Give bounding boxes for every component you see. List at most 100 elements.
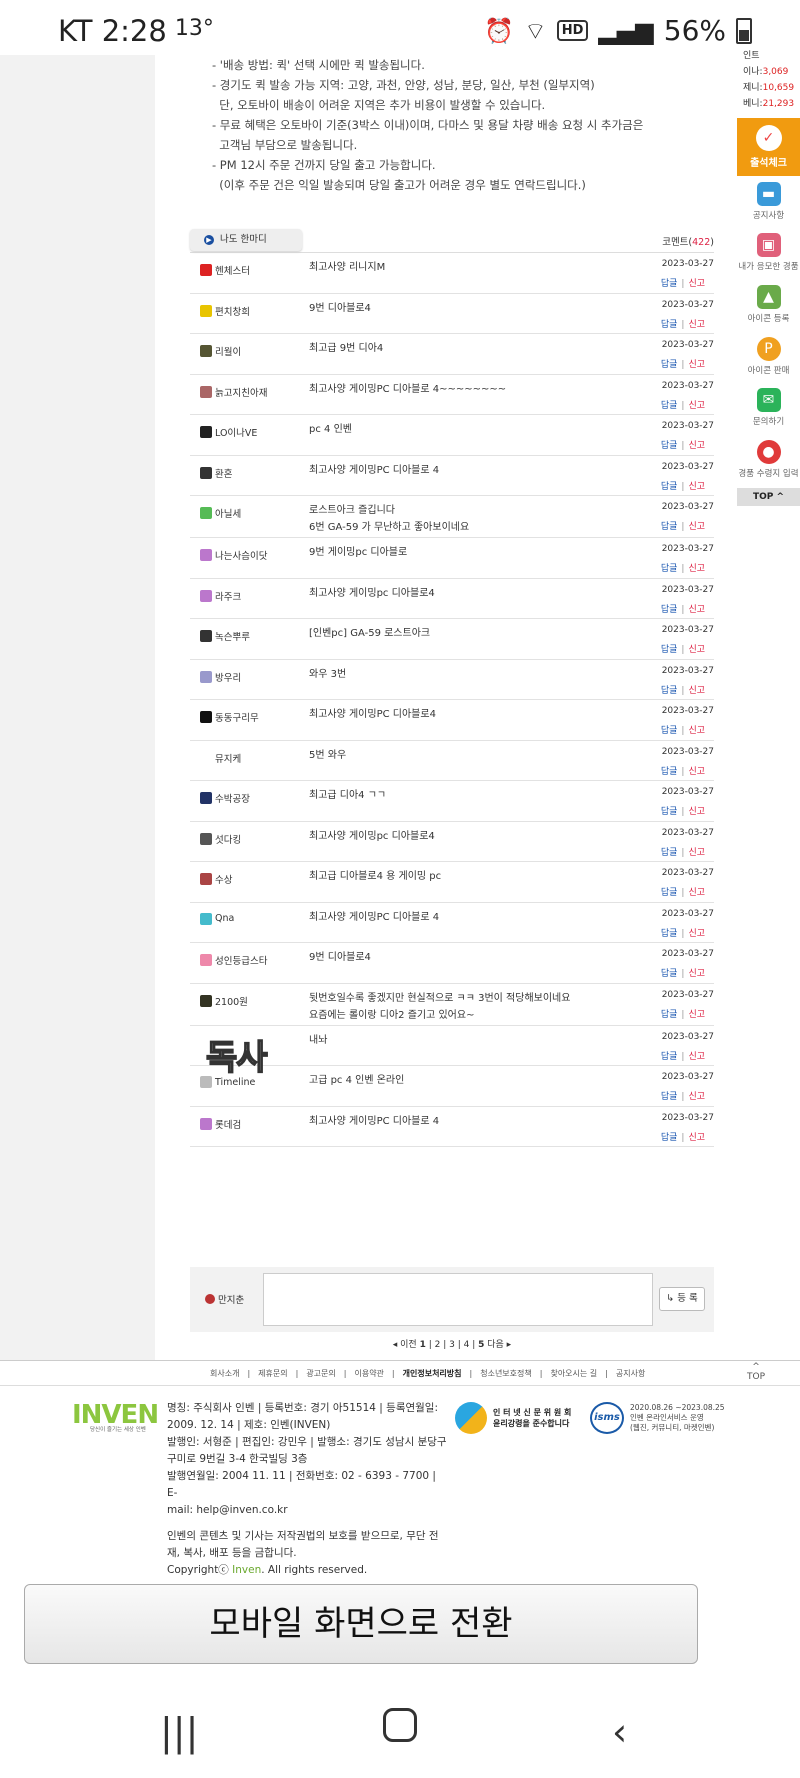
comment-author[interactable]: 섯다킹 <box>200 832 241 846</box>
report-link[interactable]: 신고 <box>688 888 705 898</box>
back-icon[interactable]: ‹ <box>612 1710 627 1754</box>
next-page[interactable]: 다음 ▸ <box>487 1340 511 1350</box>
comment-author[interactable]: 뮤지케 <box>200 751 241 765</box>
reply-link[interactable]: 답글 <box>661 1010 678 1020</box>
report-link[interactable]: 신고 <box>688 1133 705 1143</box>
tab-comment[interactable]: ▶ 나도 한마디 <box>190 229 302 251</box>
reply-link[interactable]: 답글 <box>661 767 678 777</box>
report-link[interactable]: 신고 <box>688 482 705 492</box>
report-link[interactable]: 신고 <box>688 767 705 777</box>
notice-link[interactable]: ▬ 공지사항 <box>737 182 800 221</box>
report-link[interactable]: 신고 <box>688 807 705 817</box>
submit-comment-button[interactable]: ↳ 등 록 <box>659 1287 705 1311</box>
press-ethics-badge[interactable]: 인 터 넷 신 문 위 원 회 윤리강령을 준수합니다 <box>455 1402 571 1434</box>
isms-badge[interactable]: isms 2020.08.26 ~2023.08.25 인벤 온라인서비스 운영(… <box>590 1402 725 1434</box>
comment-author[interactable]: 늙고지친아재 <box>200 385 267 399</box>
report-link[interactable]: 신고 <box>688 605 705 615</box>
page-link-2[interactable]: 2 <box>435 1340 441 1350</box>
comment-author[interactable]: 라주크 <box>200 589 241 603</box>
footer-link[interactable]: 이용약관 <box>354 1369 383 1378</box>
report-link[interactable]: 신고 <box>688 360 705 370</box>
recent-apps-icon[interactable]: ||| <box>160 1710 198 1754</box>
report-link[interactable]: 신고 <box>688 320 705 330</box>
report-link[interactable]: 신고 <box>688 441 705 451</box>
report-link[interactable]: 신고 <box>688 1092 705 1102</box>
reply-link[interactable]: 답글 <box>661 401 678 411</box>
report-link[interactable]: 신고 <box>688 279 705 289</box>
comment-author[interactable]: 수박공장 <box>200 791 250 805</box>
comment-author[interactable]: 동동구리무 <box>200 710 259 724</box>
reply-link[interactable]: 답글 <box>661 360 678 370</box>
report-link[interactable]: 신고 <box>688 401 705 411</box>
switch-to-mobile-button[interactable]: 모바일 화면으로 전환 <box>24 1584 698 1664</box>
reply-link[interactable]: 답글 <box>661 605 678 615</box>
comment-author[interactable]: 방우리 <box>200 670 241 684</box>
reply-link[interactable]: 답글 <box>661 686 678 696</box>
report-link[interactable]: 신고 <box>688 645 705 655</box>
comment-author[interactable]: 환혼 <box>200 466 232 480</box>
reply-link[interactable]: 답글 <box>661 1092 678 1102</box>
icon-register-link[interactable]: ▲ 아이콘 등록 <box>737 285 800 324</box>
comment-author[interactable]: 편치창희 <box>200 304 250 318</box>
footer-link[interactable]: 제휴문의 <box>258 1369 287 1378</box>
reply-link[interactable]: 답글 <box>661 969 678 979</box>
footer-link[interactable]: 공지사항 <box>616 1369 645 1378</box>
reply-link[interactable]: 답글 <box>661 1052 678 1062</box>
comment-author[interactable]: 롯데검 <box>200 1117 241 1131</box>
page-link-3[interactable]: 3 <box>449 1340 455 1350</box>
page-link-1[interactable]: 1 <box>420 1340 426 1350</box>
comment-author[interactable]: Qna <box>200 912 234 925</box>
prev-page[interactable]: ◂ 이전 <box>393 1340 417 1350</box>
attendance-check-button[interactable]: ✓ 출석체크 <box>737 118 800 176</box>
reply-link[interactable]: 답글 <box>661 522 678 532</box>
comment-author[interactable]: 수상 <box>200 872 232 886</box>
footer-link[interactable]: 광고문의 <box>306 1369 335 1378</box>
comment-author[interactable]: 리월이 <box>200 344 241 358</box>
footer-link[interactable]: 청소년보호정책 <box>480 1369 532 1378</box>
my-prize-link[interactable]: ▣ 내가 응모한 경품 <box>737 233 800 272</box>
comment-input[interactable] <box>263 1273 653 1326</box>
report-link[interactable]: 신고 <box>688 686 705 696</box>
comment-author[interactable]: 아닐세 <box>200 506 241 520</box>
comment-author[interactable]: 헨체스터 <box>200 263 250 277</box>
prize-address-link[interactable]: ● 경품 수령지 입력 <box>737 440 800 479</box>
inquiry-link[interactable]: ✉ 문의하기 <box>737 388 800 427</box>
page-link-5[interactable]: 5 <box>478 1340 484 1350</box>
reply-link[interactable]: 답글 <box>661 726 678 736</box>
comment-author[interactable]: Timeline <box>200 1076 255 1088</box>
report-link[interactable]: 신고 <box>688 726 705 736</box>
home-icon[interactable] <box>383 1708 417 1742</box>
comment-author[interactable]: 녹슨뿌루 <box>200 629 250 643</box>
page-link-4[interactable]: 4 <box>464 1340 470 1350</box>
reply-link[interactable]: 답글 <box>661 320 678 330</box>
report-link[interactable]: 신고 <box>688 1010 705 1020</box>
reply-link[interactable]: 답글 <box>661 279 678 289</box>
comment-author[interactable]: 성인등급스타 <box>200 953 267 967</box>
reply-link[interactable]: 답글 <box>661 441 678 451</box>
report-link[interactable]: 신고 <box>688 564 705 574</box>
footer-link[interactable]: 찾아오시는 길 <box>550 1369 597 1378</box>
reply-link[interactable]: 답글 <box>661 564 678 574</box>
reply-link[interactable]: 답글 <box>661 888 678 898</box>
reply-link[interactable]: 답글 <box>661 929 678 939</box>
note-line: - 경기도 퀵 발송 가능 지역: 고양, 과천, 안양, 성남, 분당, 일산… <box>212 78 595 92</box>
comment-author[interactable]: LO이나VE <box>200 425 257 439</box>
reply-link[interactable]: 답글 <box>661 645 678 655</box>
report-link[interactable]: 신고 <box>688 522 705 532</box>
reply-link[interactable]: 답글 <box>661 482 678 492</box>
report-link[interactable]: 신고 <box>688 848 705 858</box>
footer-link[interactable]: 회사소개 <box>210 1369 239 1378</box>
icon-sale-link[interactable]: P 아이콘 판매 <box>737 337 800 376</box>
comment-author[interactable]: 2100원 <box>200 994 248 1008</box>
footer-link[interactable]: 개인정보처리방침 <box>403 1369 462 1378</box>
reply-link[interactable]: 답글 <box>661 1133 678 1143</box>
comment-author[interactable]: 나는사슴이닷 <box>200 548 267 562</box>
reply-link[interactable]: 답글 <box>661 807 678 817</box>
report-link[interactable]: 신고 <box>688 929 705 939</box>
footer-top-button[interactable]: ^ TOP <box>747 1362 765 1382</box>
scroll-top-button[interactable]: TOP ^ <box>737 488 800 506</box>
reply-link[interactable]: 답글 <box>661 848 678 858</box>
note-line: - '배송 방법: 퀵' 선택 시에만 퀵 발송됩니다. <box>212 58 425 72</box>
report-link[interactable]: 신고 <box>688 1052 705 1062</box>
report-link[interactable]: 신고 <box>688 969 705 979</box>
